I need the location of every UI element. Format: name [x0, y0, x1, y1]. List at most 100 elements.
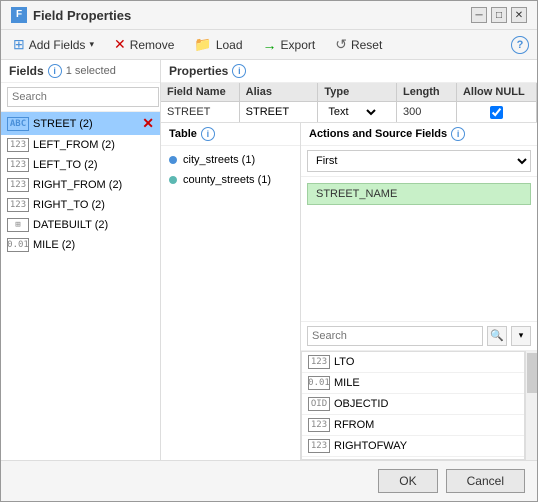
- source-list: 123 LTO 0.01 MILE OID OBJECTID 123 RFROM…: [301, 351, 525, 461]
- field-item[interactable]: 123 RIGHT_FROM (2): [1, 175, 160, 195]
- fields-title: Fields: [9, 64, 44, 78]
- table-list: city_streets (1) county_streets (1): [161, 146, 300, 460]
- main-content: Fields i 1 selected 🔍 ▾ ABC STREET (2) ✕…: [1, 60, 537, 460]
- cancel-button[interactable]: Cancel: [446, 469, 525, 493]
- field-name: MILE (2): [33, 239, 75, 251]
- source-item[interactable]: 123 LTO: [302, 352, 524, 373]
- actions-title: Actions and Source Fields: [309, 128, 447, 140]
- left-panel: Fields i 1 selected 🔍 ▾ ABC STREET (2) ✕…: [1, 60, 161, 460]
- source-list-container: 123 LTO 0.01 MILE OID OBJECTID 123 RFROM…: [301, 351, 537, 461]
- window-title: Field Properties: [33, 8, 131, 23]
- table-dot: [169, 156, 177, 164]
- source-field-name: RIGHTOFWAY: [334, 440, 407, 452]
- field-item[interactable]: ⊞ DATEBUILT (2): [1, 215, 160, 235]
- table-dot: [169, 176, 177, 184]
- fields-search-input[interactable]: [7, 87, 159, 107]
- close-button[interactable]: ✕: [511, 7, 527, 23]
- source-item[interactable]: 123 RFROM: [302, 415, 524, 436]
- alias-input[interactable]: [246, 106, 312, 118]
- source-item[interactable]: 0.01 MILE: [302, 373, 524, 394]
- remove-label: Remove: [130, 38, 175, 52]
- source-search-dropdown[interactable]: ▾: [511, 326, 531, 346]
- maximize-button[interactable]: □: [491, 7, 507, 23]
- load-label: Load: [216, 38, 243, 52]
- source-field-name: LTO: [334, 356, 354, 368]
- properties-info-icon[interactable]: i: [232, 64, 246, 78]
- export-label: Export: [281, 38, 316, 52]
- minimize-button[interactable]: ─: [471, 7, 487, 23]
- prop-type[interactable]: Text Integer Float: [318, 102, 397, 122]
- field-properties-window: F Field Properties ─ □ ✕ ⊞ Add Fields ▾ …: [0, 0, 538, 502]
- source-search-input[interactable]: [307, 326, 483, 346]
- field-type-icon: 0.01: [7, 238, 29, 252]
- field-type-icon: 123: [7, 158, 29, 172]
- col-alias: Alias: [240, 83, 319, 102]
- field-name: RIGHT_FROM (2): [33, 179, 122, 191]
- actions-lower: STREET_NAME 🔍 ▾ 123 LTO 0.01: [301, 177, 537, 460]
- window-controls: ─ □ ✕: [471, 7, 527, 23]
- load-icon: 📁: [194, 36, 211, 53]
- actions-dropdown[interactable]: FirstLastConcatenateMinimumMaximum: [307, 150, 531, 172]
- table-item[interactable]: city_streets (1): [161, 150, 300, 170]
- prop-alias[interactable]: [240, 102, 319, 122]
- prop-length: 300: [397, 102, 457, 122]
- field-item[interactable]: ABC STREET (2) ✕: [1, 112, 160, 135]
- source-search-button[interactable]: 🔍: [487, 326, 507, 346]
- type-select[interactable]: Text Integer Float: [324, 105, 379, 119]
- window-icon: F: [11, 7, 27, 23]
- prop-field-name: STREET: [161, 102, 240, 122]
- source-item[interactable]: OID OBJECTID: [302, 394, 524, 415]
- source-item[interactable]: 123 RIGHTOFWAY: [302, 436, 524, 457]
- export-button[interactable]: → Export: [259, 35, 320, 55]
- add-fields-button[interactable]: ⊞ Add Fields ▾: [9, 34, 98, 55]
- properties-title: Properties: [169, 64, 228, 78]
- source-search-container: 🔍 ▾: [301, 321, 537, 351]
- selected-badge: 1 selected: [66, 65, 116, 77]
- prop-allow-null[interactable]: [457, 102, 537, 122]
- actions-header: Actions and Source Fields i: [301, 123, 537, 146]
- scrollbar-track[interactable]: [525, 351, 537, 461]
- source-type-icon: 123: [308, 355, 330, 369]
- properties-grid: Field Name Alias Type Length Allow NULL …: [161, 83, 537, 123]
- field-item[interactable]: 123 RIGHT_TO (2): [1, 195, 160, 215]
- fields-info-icon[interactable]: i: [48, 64, 62, 78]
- table-info-icon[interactable]: i: [201, 127, 215, 141]
- field-type-icon: ⊞: [7, 218, 29, 232]
- reset-button[interactable]: ↺ Reset: [331, 34, 386, 55]
- source-field-name: MILE: [334, 377, 360, 389]
- scrollbar-thumb[interactable]: [527, 353, 537, 393]
- field-item[interactable]: 123 LEFT_FROM (2): [1, 135, 160, 155]
- toolbar: ⊞ Add Fields ▾ ✕ Remove 📁 Load → Export …: [1, 30, 537, 60]
- source-type-icon: 0.01: [308, 376, 330, 390]
- actions-info-icon[interactable]: i: [451, 127, 465, 141]
- source-field-item[interactable]: STREET_NAME: [307, 183, 531, 205]
- reset-icon: ↺: [335, 36, 347, 53]
- remove-button[interactable]: ✕ Remove: [110, 34, 178, 55]
- actions-panel: Actions and Source Fields i FirstLastCon…: [301, 123, 537, 460]
- actions-dropdown-bar: FirstLastConcatenateMinimumMaximum: [301, 146, 537, 177]
- field-item[interactable]: 123 LEFT_TO (2): [1, 155, 160, 175]
- field-type-icon: 123: [7, 198, 29, 212]
- table-item[interactable]: county_streets (1): [161, 170, 300, 190]
- add-icon: ⊞: [13, 36, 25, 53]
- help-button[interactable]: ?: [511, 36, 529, 54]
- ok-button[interactable]: OK: [378, 469, 437, 493]
- source-type-icon: 123: [308, 439, 330, 453]
- table-name: county_streets (1): [183, 174, 271, 186]
- field-item[interactable]: 0.01 MILE (2): [1, 235, 160, 255]
- col-type: Type: [318, 83, 397, 102]
- fields-search-container: 🔍 ▾: [1, 83, 160, 112]
- field-name: DATEBUILT (2): [33, 219, 108, 231]
- allow-null-checkbox[interactable]: [490, 106, 503, 119]
- add-fields-label: Add Fields: [29, 38, 86, 52]
- table-panel: Table i city_streets (1) county_streets …: [161, 123, 301, 460]
- source-field-name: RFROM: [334, 419, 374, 431]
- remove-field-icon[interactable]: ✕: [142, 115, 154, 132]
- load-button[interactable]: 📁 Load: [190, 34, 246, 55]
- title-bar-left: F Field Properties: [11, 7, 131, 23]
- reset-label: Reset: [351, 38, 382, 52]
- right-panel: Properties i Field Name Alias Type Lengt…: [161, 60, 537, 460]
- bottom-bar: OK Cancel: [1, 460, 537, 501]
- source-type-icon: 123: [308, 418, 330, 432]
- title-bar: F Field Properties ─ □ ✕: [1, 1, 537, 30]
